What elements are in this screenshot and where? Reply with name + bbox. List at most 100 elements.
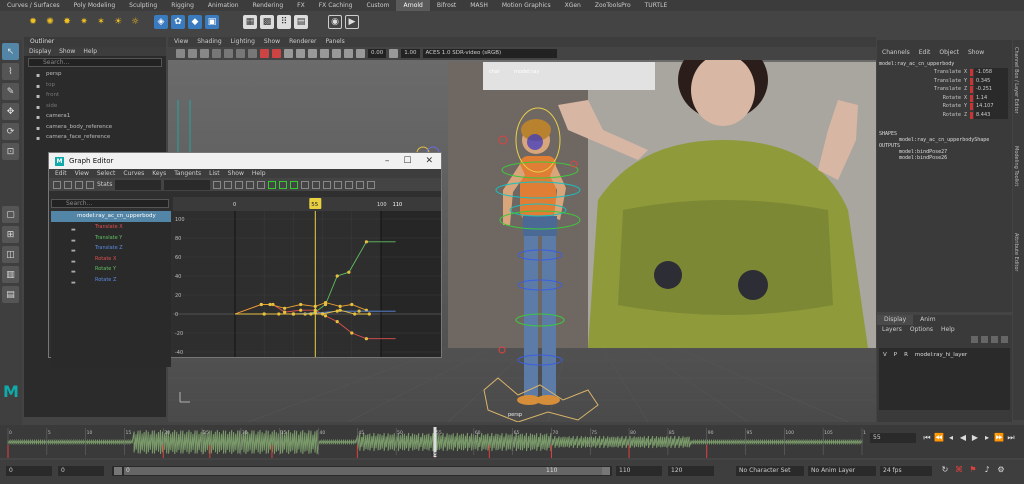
layer-tab-display[interactable]: Display: [877, 315, 914, 325]
point-light-icon[interactable]: ✷: [77, 15, 91, 29]
playback-start-field[interactable]: 0: [58, 466, 104, 476]
shelf-tab-rendering[interactable]: Rendering: [246, 0, 291, 11]
shelf-tab-turtle[interactable]: TURTLE: [638, 0, 675, 11]
shelf-tab-mash[interactable]: MASH: [463, 0, 495, 11]
procedural-icon[interactable]: ◆: [188, 15, 202, 29]
shelf-tab-fx[interactable]: FX: [290, 0, 312, 11]
resolution-gate-icon[interactable]: [236, 49, 245, 58]
layer-name[interactable]: model:ray_hi_layer: [915, 352, 967, 358]
keyframe[interactable]: [347, 270, 351, 274]
keyframe[interactable]: [364, 337, 368, 341]
outliner-item[interactable]: ▪ side: [24, 101, 166, 112]
graph-menu-select[interactable]: Select: [97, 169, 116, 178]
channel-row[interactable]: Translate Z -0.251: [877, 85, 1012, 94]
keyframe[interactable]: [357, 309, 361, 313]
layer-visibility[interactable]: V: [883, 352, 887, 358]
graph-menu-list[interactable]: List: [209, 169, 220, 178]
shelf-tab-motion-graphics[interactable]: Motion Graphics: [495, 0, 558, 11]
side-tab-attribute-editor[interactable]: Attribute Editor: [1013, 212, 1019, 292]
viewport-menu-show[interactable]: Show: [264, 37, 280, 47]
layer-menu-layers[interactable]: Layers: [882, 325, 902, 334]
go-to-start-icon[interactable]: ⏮: [922, 433, 932, 443]
gamma-icon[interactable]: [389, 49, 399, 58]
range-bar[interactable]: 0 110: [112, 466, 612, 476]
animation-start-field[interactable]: 0: [6, 466, 52, 476]
outliner-layout-icon[interactable]: ▥: [2, 266, 19, 283]
new-layer-icon[interactable]: [991, 336, 998, 343]
viewport-menu-view[interactable]: View: [174, 37, 188, 47]
image-plane-icon[interactable]: [200, 49, 209, 58]
isolate-icon[interactable]: [320, 49, 329, 58]
auto-tangent-icon[interactable]: [246, 180, 255, 189]
xray-icon[interactable]: [332, 49, 341, 58]
audio-icon[interactable]: ♪: [982, 465, 992, 475]
curve-list-item[interactable]: ▬ Translate X: [51, 222, 171, 233]
texture-icon[interactable]: ▩: [260, 15, 274, 29]
step-back-frame-icon[interactable]: ◂: [946, 433, 956, 443]
range-end-handle[interactable]: [602, 467, 610, 475]
channel-box-menu-edit[interactable]: Edit: [919, 48, 931, 58]
minimize-icon[interactable]: –: [385, 156, 390, 166]
four-view-icon[interactable]: ⊞: [2, 226, 19, 243]
region-icon[interactable]: [86, 180, 94, 189]
keyframe[interactable]: [335, 320, 339, 324]
channel-box-menu-object[interactable]: Object: [939, 48, 959, 58]
shelf-tab-animation[interactable]: Animation: [201, 0, 246, 11]
grid-icon[interactable]: ▦: [243, 15, 257, 29]
key-icon[interactable]: ⌘: [954, 465, 964, 475]
swap-buffer-icon[interactable]: [367, 180, 376, 189]
go-to-end-icon[interactable]: ⏭: [1006, 433, 1016, 443]
lattice-icon[interactable]: [75, 180, 83, 189]
outliner-menu-show[interactable]: Show: [59, 47, 75, 56]
time-slider[interactable]: 0 5 10 15 20 25 30 35 40 45 50 55 60 65 70 75 80 85 90 95 10…: [0, 425, 1024, 458]
xray-joints-icon[interactable]: [344, 49, 353, 58]
play-forward-icon[interactable]: ▶: [970, 433, 980, 443]
animation-end-field[interactable]: 120: [668, 466, 714, 476]
keyframe[interactable]: [277, 312, 281, 316]
layer-row[interactable]: V P R model:ray_hi_layer: [879, 348, 1010, 410]
shelf-tab-xgen[interactable]: XGen: [558, 0, 588, 11]
gamma-field[interactable]: 1.00: [401, 49, 420, 58]
cube-icon[interactable]: ▣: [205, 15, 219, 29]
color-space-select[interactable]: ACES 1.0 SDR-video (sRGB): [422, 49, 557, 58]
lights-icon[interactable]: [284, 49, 293, 58]
frame-all-icon[interactable]: [213, 180, 222, 189]
keyframe[interactable]: [299, 308, 303, 312]
curve-list-item[interactable]: ▬ Rotate Y: [51, 264, 171, 275]
insert-key-icon[interactable]: [64, 180, 72, 189]
side-tab-modeling-toolkit[interactable]: Modeling Toolkit: [1013, 126, 1019, 206]
textured-icon[interactable]: [272, 49, 281, 58]
channel-value-field[interactable]: 8.443: [974, 110, 1008, 119]
layer-up-icon[interactable]: [971, 336, 978, 343]
viewport-menu-lighting[interactable]: Lighting: [231, 37, 255, 47]
keyframe[interactable]: [309, 312, 313, 316]
keyframe[interactable]: [259, 302, 263, 307]
shelf-tab-arnold[interactable]: Arnold: [396, 0, 430, 11]
keyframe[interactable]: [321, 312, 325, 316]
smooth-shade-icon[interactable]: [260, 49, 269, 58]
curve-list-item[interactable]: ▬ Translate Y: [51, 233, 171, 244]
exposure-field[interactable]: 0.00: [368, 49, 387, 58]
render-icon[interactable]: ▤: [294, 15, 308, 29]
keyframe[interactable]: [283, 306, 287, 310]
keyframe[interactable]: [350, 302, 354, 307]
curve-list-item[interactable]: ▬ Rotate Z: [51, 275, 171, 286]
auto-key-icon[interactable]: ⚑: [968, 465, 978, 475]
channel-value-field[interactable]: -1.058: [974, 68, 1008, 77]
layer-playback[interactable]: P: [894, 352, 897, 358]
keyframe[interactable]: [338, 308, 342, 312]
graph-menu-show[interactable]: Show: [228, 169, 244, 178]
keyframe[interactable]: [367, 312, 371, 316]
layer-menu-help[interactable]: Help: [941, 325, 955, 334]
stats-field-1[interactable]: [115, 179, 162, 190]
shelf-tab-poly-modeling[interactable]: Poly Modeling: [67, 0, 123, 11]
outliner-search-input[interactable]: Search...: [28, 58, 162, 67]
current-frame-field[interactable]: 55: [870, 433, 916, 443]
curve-graph[interactable]: 100 80 60 40 20 0 -20 -40 0 100 110 55: [173, 197, 441, 357]
linear-tangent-icon[interactable]: [279, 180, 288, 189]
paint-tool-icon[interactable]: ✎: [2, 83, 19, 100]
shelf-tab-sculpting[interactable]: Sculpting: [122, 0, 164, 11]
keyframe[interactable]: [299, 302, 303, 307]
channel-value-field[interactable]: -0.251: [974, 85, 1008, 94]
channel-row[interactable]: Rotate X 1.14: [877, 93, 1012, 102]
